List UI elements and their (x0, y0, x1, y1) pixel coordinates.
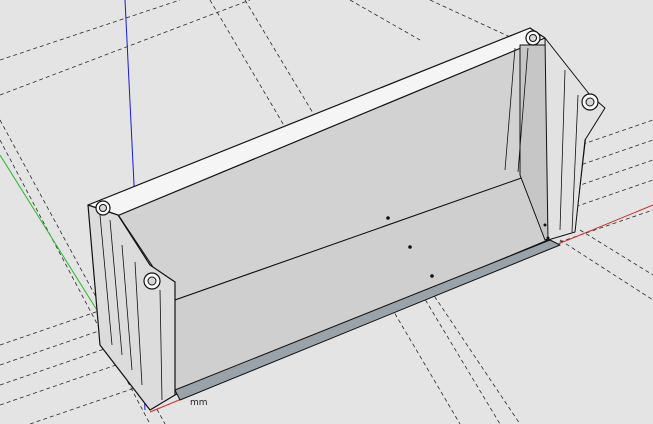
dimension-label: mm (190, 398, 208, 408)
modeling-viewport[interactable]: mm (0, 0, 653, 424)
enclosure-model[interactable] (87, 27, 606, 411)
right-end-profile (544, 37, 606, 241)
scene-canvas[interactable]: mm (0, 0, 653, 424)
